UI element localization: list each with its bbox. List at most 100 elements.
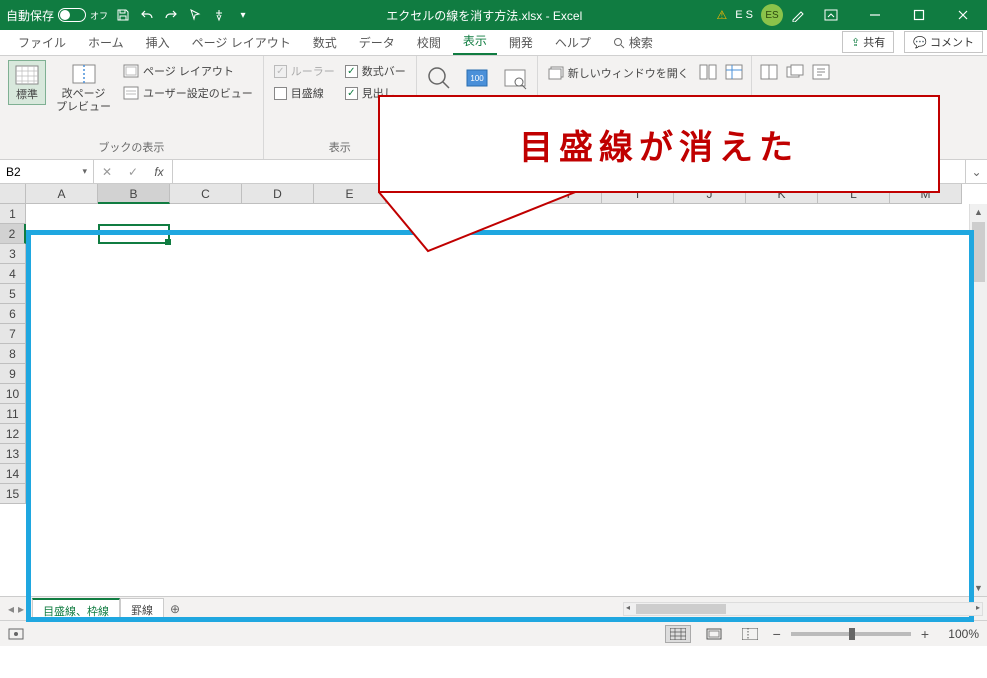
- tab-home[interactable]: ホーム: [78, 30, 134, 55]
- tab-developer[interactable]: 開発: [499, 30, 543, 55]
- name-box[interactable]: B2 ▾: [0, 160, 94, 183]
- cancel-icon[interactable]: ✕: [94, 165, 120, 179]
- scroll-right-icon[interactable]: ▸: [976, 603, 980, 612]
- nav-prev-icon[interactable]: ◂: [8, 602, 14, 616]
- enter-icon[interactable]: ✓: [120, 165, 146, 179]
- col-header[interactable]: C: [170, 184, 242, 204]
- tab-view[interactable]: 表示: [453, 28, 497, 55]
- page-layout-view-icon[interactable]: [701, 625, 727, 643]
- gridlines-checkbox[interactable]: 目盛線: [272, 84, 337, 102]
- freeze-panes-icon[interactable]: [725, 64, 743, 80]
- ruler-checkbox[interactable]: ✓ ルーラー: [272, 62, 337, 80]
- record-macro-icon[interactable]: [8, 627, 24, 641]
- undo-icon[interactable]: [138, 6, 156, 24]
- user-avatar[interactable]: ES: [761, 4, 783, 26]
- new-window-button[interactable]: 新しいウィンドウを開く: [546, 64, 691, 82]
- zoom-selection-icon[interactable]: [501, 64, 529, 92]
- row-header[interactable]: 6: [0, 304, 26, 324]
- minimize-button[interactable]: [857, 0, 893, 30]
- row-header[interactable]: 7: [0, 324, 26, 344]
- normal-view-button[interactable]: 標準: [8, 60, 46, 105]
- row-header[interactable]: 5: [0, 284, 26, 304]
- checkbox-icon: ✓: [345, 87, 358, 100]
- row-header[interactable]: 11: [0, 404, 26, 424]
- row-header[interactable]: 3: [0, 244, 26, 264]
- row-header[interactable]: 13: [0, 444, 26, 464]
- tab-insert[interactable]: 挿入: [136, 30, 180, 55]
- row-header[interactable]: 12: [0, 424, 26, 444]
- zoom-100-icon[interactable]: 100: [463, 64, 491, 92]
- sheet-nav[interactable]: ◂ ▸: [0, 602, 32, 616]
- qat-more-icon[interactable]: ▾: [234, 6, 252, 24]
- ribbon-display-icon[interactable]: [813, 0, 849, 30]
- scroll-left-icon[interactable]: ◂: [626, 603, 630, 612]
- add-sheet-button[interactable]: ⊕: [164, 602, 186, 616]
- scroll-up-icon[interactable]: ▲: [970, 204, 987, 220]
- sheet-tab-2[interactable]: 罫線: [120, 598, 164, 621]
- row-header[interactable]: 8: [0, 344, 26, 364]
- arrange-icon[interactable]: [699, 64, 717, 80]
- save-icon[interactable]: [114, 6, 132, 24]
- macros-icon[interactable]: [812, 64, 830, 80]
- select-all-corner[interactable]: [0, 184, 26, 204]
- tab-file[interactable]: ファイル: [8, 30, 76, 55]
- cursor-icon[interactable]: [186, 6, 204, 24]
- maximize-button[interactable]: [901, 0, 937, 30]
- row-header[interactable]: 14: [0, 464, 26, 484]
- active-cell[interactable]: [98, 224, 170, 244]
- col-header[interactable]: E: [314, 184, 386, 204]
- zoom-icon[interactable]: [425, 64, 453, 92]
- comment-icon: 💬: [913, 37, 927, 49]
- tab-review[interactable]: 校閲: [407, 30, 451, 55]
- draw-icon[interactable]: [791, 8, 805, 22]
- page-break-preview-button[interactable]: 改ページ プレビュー: [52, 60, 115, 116]
- page-layout-button[interactable]: ページ レイアウト: [121, 62, 255, 80]
- user-initials: E S: [735, 9, 753, 21]
- document-title: エクセルの線を消す方法.xlsx - Excel: [252, 7, 716, 24]
- row-header[interactable]: 10: [0, 384, 26, 404]
- redo-icon[interactable]: [162, 6, 180, 24]
- tab-search[interactable]: 検索: [603, 30, 663, 55]
- tab-data[interactable]: データ: [349, 30, 405, 55]
- vertical-scrollbar[interactable]: ▲ ▼: [969, 204, 987, 596]
- touch-icon[interactable]: [210, 6, 228, 24]
- formula-bar-checkbox[interactable]: ✓ 数式バー: [343, 62, 408, 80]
- zoom-slider[interactable]: [791, 632, 911, 636]
- col-header[interactable]: A: [26, 184, 98, 204]
- row-header[interactable]: 1: [0, 204, 26, 224]
- horizontal-scrollbar[interactable]: ◂ ▸: [623, 602, 983, 616]
- page-break-icon: [70, 62, 98, 86]
- sheet-tab-1[interactable]: 目盛線、枠線: [32, 598, 120, 622]
- row-header[interactable]: 15: [0, 484, 26, 504]
- share-button[interactable]: ⇪ 共有: [842, 31, 894, 53]
- row-header[interactable]: 4: [0, 264, 26, 284]
- switch-windows-icon[interactable]: [786, 64, 804, 80]
- nav-next-icon[interactable]: ▸: [18, 602, 24, 616]
- page-break-view-icon[interactable]: [737, 625, 763, 643]
- normal-view-icon: [13, 63, 41, 87]
- expand-formula-icon[interactable]: ⌄: [965, 160, 987, 183]
- comment-button[interactable]: 💬 コメント: [904, 31, 983, 53]
- row-header[interactable]: 9: [0, 364, 26, 384]
- col-header[interactable]: B: [98, 184, 170, 204]
- cells-grid[interactable]: [26, 204, 965, 596]
- close-button[interactable]: [945, 0, 981, 30]
- zoom-percent[interactable]: 100%: [939, 627, 979, 641]
- zoom-in-button[interactable]: +: [921, 626, 929, 642]
- row-header[interactable]: 2: [0, 224, 26, 244]
- tab-formulas[interactable]: 数式: [303, 30, 347, 55]
- autosave-toggle[interactable]: 自動保存 オフ: [6, 7, 108, 24]
- scrollbar-thumb[interactable]: [972, 222, 985, 282]
- fx-icon[interactable]: fx: [146, 165, 172, 179]
- custom-views-button[interactable]: ユーザー設定のビュー: [121, 84, 255, 102]
- scroll-down-icon[interactable]: ▼: [970, 580, 987, 596]
- warning-icon[interactable]: ⚠: [717, 8, 728, 22]
- zoom-out-button[interactable]: −: [773, 626, 781, 642]
- slider-handle[interactable]: [849, 628, 855, 640]
- tab-help[interactable]: ヘルプ: [545, 30, 601, 55]
- tab-page-layout[interactable]: ページ レイアウト: [182, 30, 301, 55]
- col-header[interactable]: D: [242, 184, 314, 204]
- split-icon[interactable]: [760, 64, 778, 80]
- normal-view-icon[interactable]: [665, 625, 691, 643]
- scrollbar-thumb[interactable]: [636, 604, 726, 614]
